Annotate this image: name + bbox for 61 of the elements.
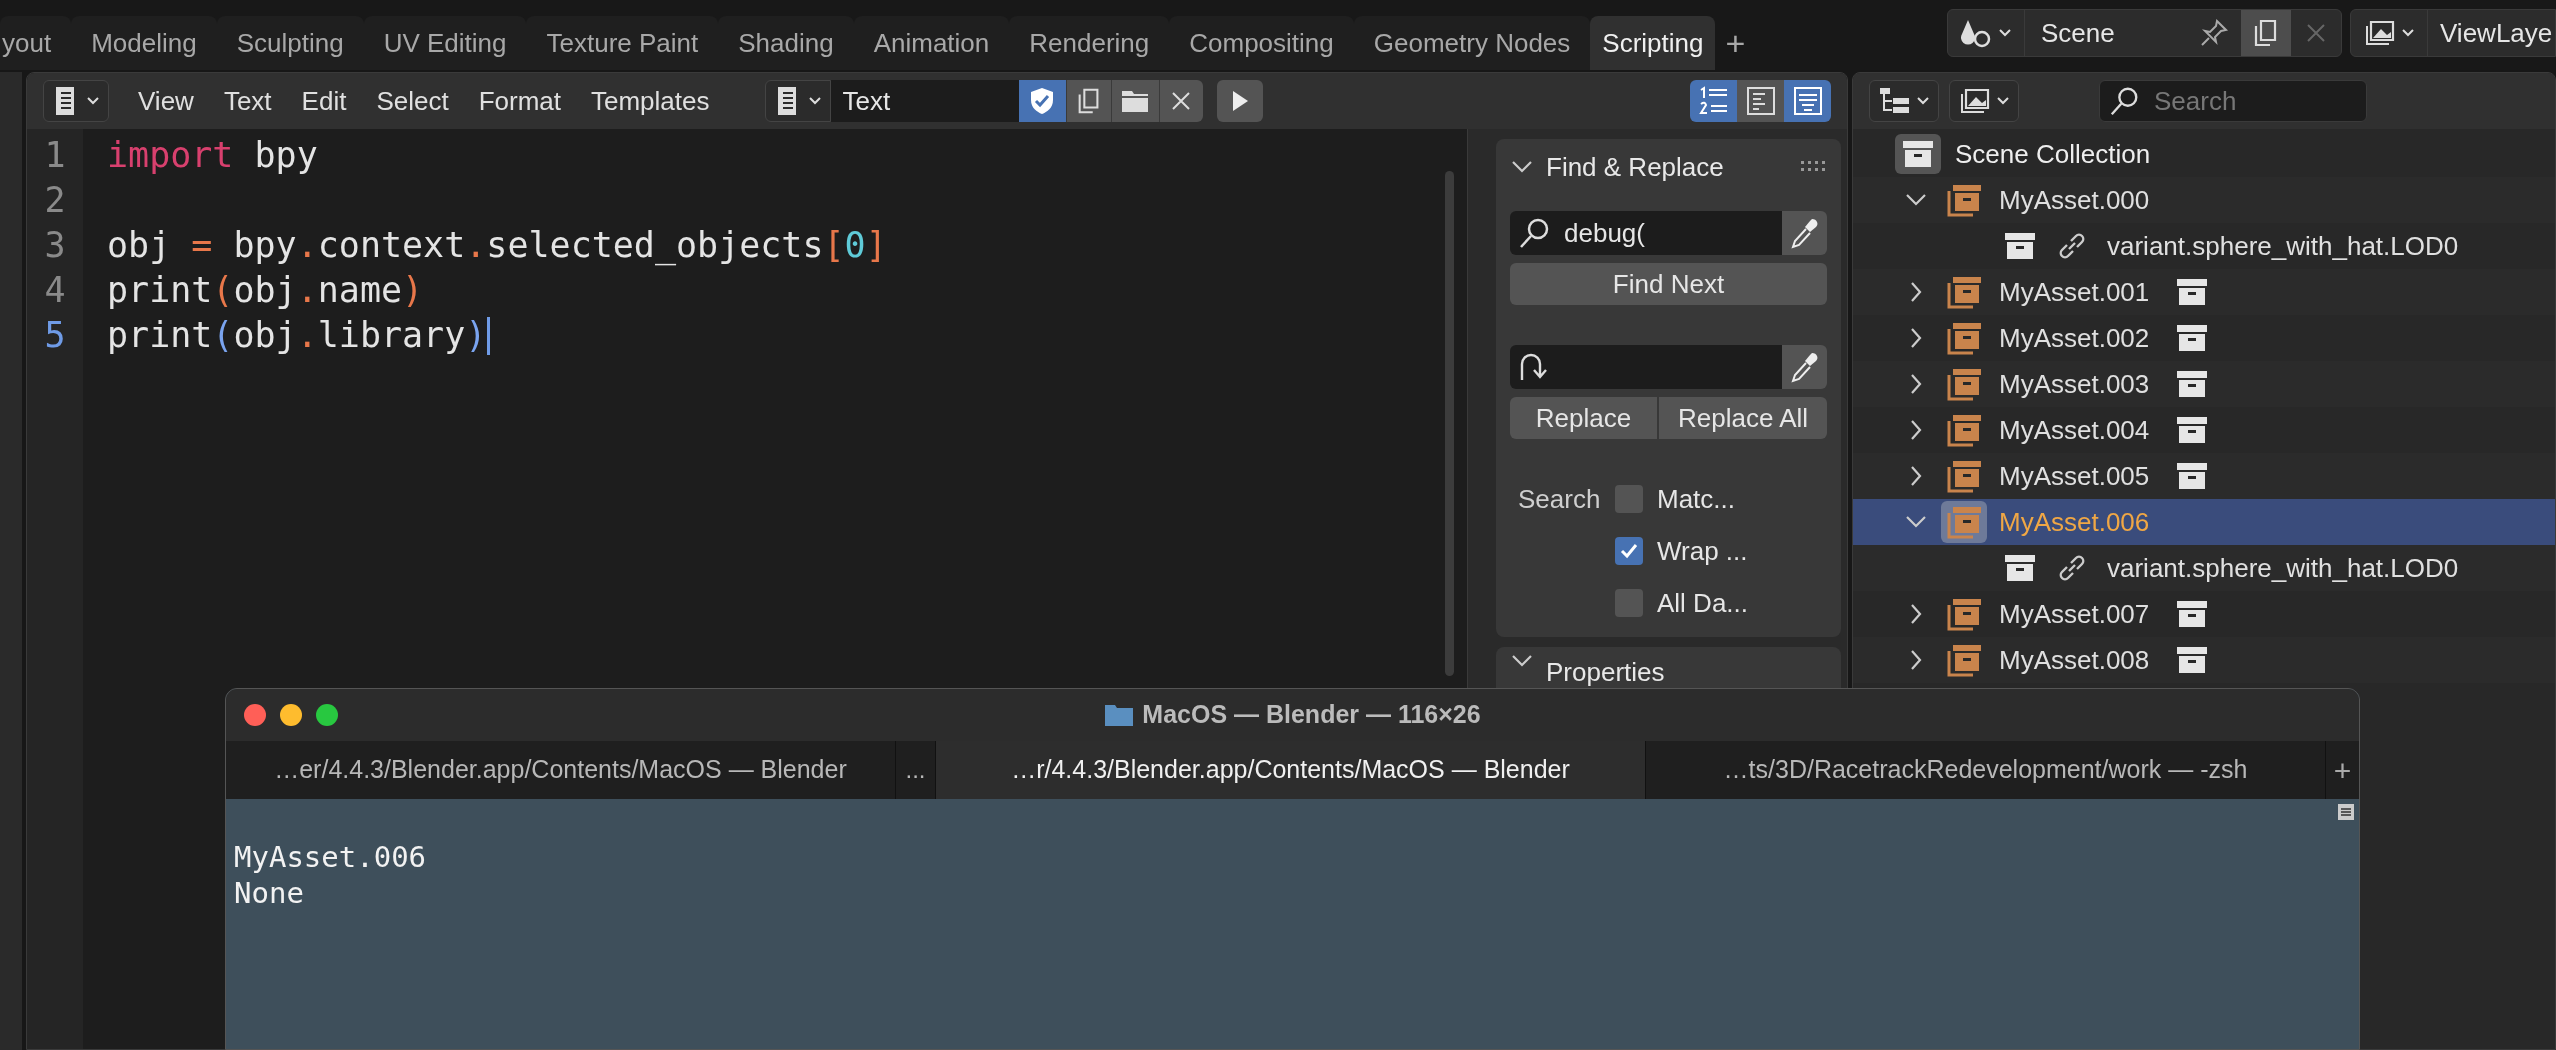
option-label[interactable]: Matc... [1657,479,1735,519]
outliner-row[interactable]: MyAsset.006 [1853,499,2555,545]
terminal-tab[interactable]: …r/4.4.3/Blender.app/Contents/MacOS — Blender [936,741,1646,799]
option-label[interactable]: All Da... [1657,583,1749,623]
find-next-button[interactable]: Find Next [1510,263,1827,305]
tree-item[interactable]: MyAsset.007 [1999,601,2171,627]
line-number: 3 [44,224,66,267]
line-number: 5 [44,314,66,357]
scene-selector[interactable]: Scene [1947,9,2342,57]
menu-item[interactable]: Templates [576,81,725,121]
workspace-tab[interactable]: Geometry Nodes [1353,16,1591,70]
scene-name[interactable]: Scene [2025,13,2187,53]
code-line: print(obj.library) [107,314,487,357]
tree-item[interactable]: MyAsset.005 [1999,463,2171,489]
menu-item[interactable]: Select [361,81,464,121]
workspace-tab[interactable]: Modeling [71,16,217,70]
replace-button[interactable]: Replace [1510,397,1657,439]
workspace-tab[interactable]: yout [0,16,72,70]
replace-all-button[interactable]: Replace All [1659,397,1827,439]
menu-item[interactable]: Format [463,81,576,121]
tree-item[interactable]: MyAsset.001 [1999,279,2171,305]
workspace-tab[interactable]: Rendering [1009,16,1170,70]
workspace-tab[interactable]: Sculpting [216,16,364,70]
window-title: MacOS — Blender — 116×26 [1142,699,1481,731]
search-label: Search [1517,483,1602,516]
workspace-tab[interactable]: Compositing [1169,16,1354,70]
tree-item[interactable]: variant.sphere_with_hat.LOD0 [2107,226,2459,266]
tree-item[interactable]: MyAsset.003 [1999,371,2171,397]
tree-item[interactable]: variant.sphere_with_hat.LOD0 [2107,548,2459,588]
find-field[interactable]: debug( [1510,211,1782,255]
code-line: print(obj.name) [107,269,424,312]
new-tab-button[interactable]: + [2326,741,2359,799]
workspace-tab[interactable]: Texture Paint [526,16,719,70]
text-name-field[interactable]: Text [830,80,1019,122]
search-field[interactable]: Search [2099,80,2367,122]
tree-item[interactable]: Scene Collection [1955,134,2151,174]
menu-item[interactable]: Edit [286,81,362,121]
view-layer-name[interactable]: ViewLaye [2428,13,2553,53]
terminal-output-line: MyAsset.006 [234,839,428,875]
line-number: 1 [44,134,66,177]
line-number: 2 [44,179,66,222]
line-number: 4 [44,269,66,312]
workspace-tab[interactable]: Scripting [1590,16,1716,70]
workspace-tab[interactable]: Shading [718,16,854,70]
workspace-tab[interactable]: UV Editing [363,16,527,70]
tree-item[interactable]: MyAsset.004 [1999,417,2171,443]
terminal-output-line: None [234,875,305,911]
menu-item[interactable]: Text [208,81,287,121]
panel-title[interactable]: Properties [1546,653,1665,692]
code-line: obj = bpy.context.selected_objects[0] [107,224,887,268]
add-workspace-button[interactable]: + [1715,16,1756,70]
tree-item[interactable]: MyAsset.006 [1999,509,2171,535]
option-label[interactable]: Wrap ... [1657,531,1748,571]
tree-item[interactable]: MyAsset.000 [1999,187,2171,213]
workspace-tab[interactable]: Animation [853,16,1010,70]
tree-item[interactable]: MyAsset.008 [1999,647,2171,673]
menu-item[interactable]: View [123,81,209,121]
code-line: import bpy [107,134,318,177]
view-layer-selector[interactable]: ViewLaye [2350,9,2556,57]
tree-item[interactable]: MyAsset.002 [1999,325,2171,351]
panel-title[interactable]: Find & Replace [1546,147,1724,187]
